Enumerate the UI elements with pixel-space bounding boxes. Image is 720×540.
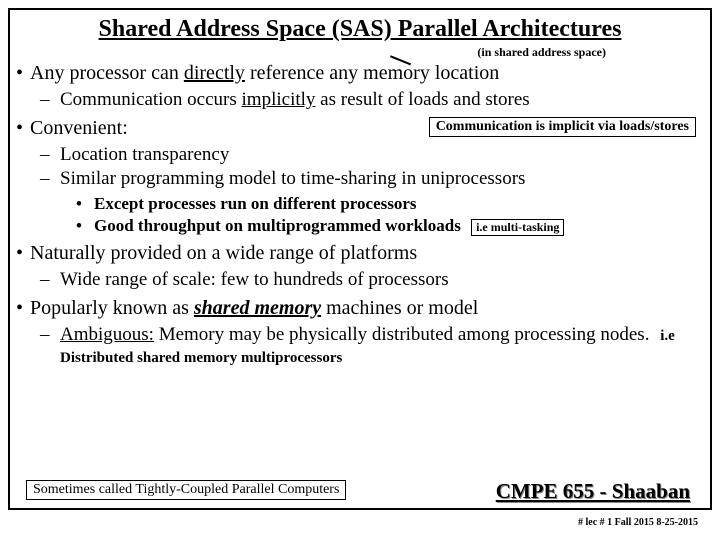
bullet-1: Any processor can directly reference any…: [30, 62, 696, 85]
bullet-list: Any processor can directly reference any…: [24, 62, 696, 368]
bullet-4-sub-1: Ambiguous: Memory may be physically dist…: [60, 324, 696, 368]
bullet-4: Popularly known as shared memory machine…: [30, 297, 696, 320]
bullet-3-sub-1: Wide range of scale: few to hundreds of …: [60, 269, 696, 291]
note-multitasking: i.e multi-tasking: [471, 219, 564, 236]
note-implicit: Communication is implicit via loads/stor…: [429, 117, 696, 137]
bullet-2-subsub-2: Good throughput on multiprogrammed workl…: [94, 216, 696, 236]
course-label: CMPE 655 - Shaaban: [496, 479, 690, 504]
slide-frame: Shared Address Space (SAS) Parallel Arch…: [8, 8, 712, 510]
bullet-1-sub-1: Communication occurs implicitly as resul…: [60, 89, 696, 111]
bullet-2: Convenient: Communication is implicit vi…: [30, 117, 696, 140]
bullet-2-sub-2: Similar programming model to time-sharin…: [60, 168, 696, 190]
footer-right: CMPE 655 - Shaaban: [496, 479, 690, 504]
slide-meta: # lec # 1 Fall 2015 8-25-2015: [578, 517, 698, 528]
footer-left-box: Sometimes called Tightly-Coupled Paralle…: [26, 480, 346, 500]
slide-title: Shared Address Space (SAS) Parallel Arch…: [24, 16, 696, 43]
title-annotation: (in shared address space): [24, 45, 606, 60]
bullet-2-sub-1: Location transparency: [60, 144, 696, 166]
bullet-2-subsub-1: Except processes run on different proces…: [94, 194, 696, 214]
bullet-3: Naturally provided on a wide range of pl…: [30, 242, 696, 265]
